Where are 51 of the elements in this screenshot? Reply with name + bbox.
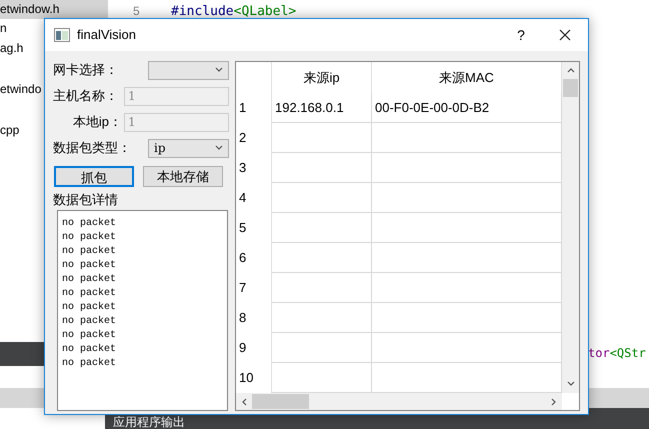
combo-box[interactable] [148, 60, 229, 80]
field-label: 主机名称： [53, 87, 118, 106]
push-button[interactable]: 抓包 [54, 166, 134, 187]
help-button[interactable]: ? [506, 20, 536, 50]
details-line: no packet [62, 315, 118, 329]
row-header[interactable]: 4 [236, 183, 272, 213]
row-header[interactable]: 3 [236, 153, 272, 183]
row-header[interactable]: 5 [236, 213, 272, 243]
field-label: 本地ip： [72, 113, 122, 132]
details-line: no packet [62, 273, 118, 287]
row-header[interactable]: 9 [236, 333, 272, 363]
combo-box[interactable]: ip [148, 138, 229, 158]
chevron-down-icon [215, 66, 223, 74]
details-line: no packet [62, 287, 118, 301]
code-line: #include<QLabel> [171, 3, 296, 21]
row-header[interactable]: 7 [236, 273, 272, 303]
details-line: no packet [62, 245, 118, 259]
details-line: no packet [62, 217, 118, 231]
vertical-scrollbar[interactable] [562, 62, 579, 393]
scrollbar-thumb[interactable] [252, 394, 309, 409]
output-tab[interactable]: 应用程序输出 [113, 416, 185, 429]
row-header[interactable]: 2 [236, 123, 272, 153]
chevron-right-icon [549, 398, 557, 406]
row-header[interactable]: 8 [236, 303, 272, 333]
line-number: 5 [133, 3, 140, 20]
horizontal-scrollbar[interactable] [236, 393, 562, 410]
push-button[interactable]: 本地存储 [143, 166, 223, 187]
field-label: 网卡选择： [53, 61, 118, 80]
row-header[interactable]: 6 [236, 243, 272, 273]
scrollbar-thumb[interactable] [563, 79, 578, 97]
chevron-down-icon [215, 144, 223, 152]
details-line: no packet [62, 231, 118, 245]
details-line: no packet [62, 301, 118, 315]
file-item[interactable]: etwindow.h [0, 0, 108, 19]
chevron-down-icon [566, 380, 574, 388]
chevron-left-icon [241, 398, 249, 406]
details-line: no packet [62, 329, 118, 343]
panel-bar [0, 342, 44, 366]
details-label: 数据包详情 [53, 193, 119, 207]
field-label: 数据包类型： [53, 139, 131, 158]
code-fragment: tor<QStr [588, 345, 646, 362]
row-header[interactable]: 1 [236, 93, 272, 123]
details-line: no packet [62, 259, 118, 273]
app-icon [54, 28, 70, 42]
details-line: no packet [62, 357, 118, 371]
column-header[interactable]: 来源ip [272, 62, 372, 93]
chevron-up-icon [566, 67, 574, 75]
window-title: finalVision [77, 26, 136, 44]
table-cell: 192.168.0.1 [272, 93, 372, 123]
details-line: no packet [62, 343, 118, 357]
close-icon [559, 29, 571, 41]
